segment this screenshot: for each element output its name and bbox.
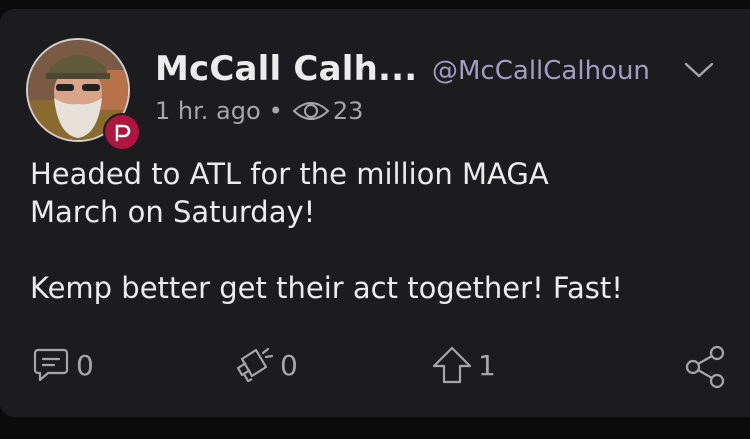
- share-icon: [685, 345, 725, 389]
- action-bar: 0 0 1: [0, 345, 750, 389]
- post-body: Headed to ATL for the million MAGA March…: [30, 155, 730, 307]
- comment-icon: [33, 348, 69, 382]
- display-name[interactable]: McCall Calh...: [155, 49, 417, 89]
- meta-separator: •: [268, 97, 283, 125]
- view-count: 23: [332, 97, 364, 125]
- chevron-down-icon[interactable]: [683, 61, 715, 79]
- post-body-line: Headed to ATL for the million MAGA: [30, 157, 549, 191]
- user-handle[interactable]: @McCallCalhoun: [432, 56, 650, 86]
- avatar-container[interactable]: [26, 38, 141, 151]
- upvote-icon: [432, 346, 472, 384]
- post-card: McCall Calh... @McCallCalhoun 1 hr. ago …: [0, 9, 750, 417]
- upvote-count: 1: [478, 348, 496, 382]
- post-meta: 1 hr. ago • 23: [155, 97, 363, 125]
- post-body-line: Kemp better get their act together! Fast…: [30, 271, 623, 305]
- echo-icon: [236, 347, 274, 383]
- upvote-button[interactable]: 1: [430, 345, 496, 385]
- share-button[interactable]: [684, 345, 732, 389]
- post-time: 1 hr. ago: [155, 97, 261, 125]
- comment-count: 0: [76, 348, 94, 382]
- echo-count: 0: [280, 348, 298, 382]
- echo-button[interactable]: 0: [232, 345, 298, 385]
- parler-badge-icon: [103, 113, 141, 151]
- post-body-line: March on Saturday!: [30, 195, 316, 229]
- comment-button[interactable]: 0: [32, 345, 94, 385]
- eye-icon: [292, 102, 330, 120]
